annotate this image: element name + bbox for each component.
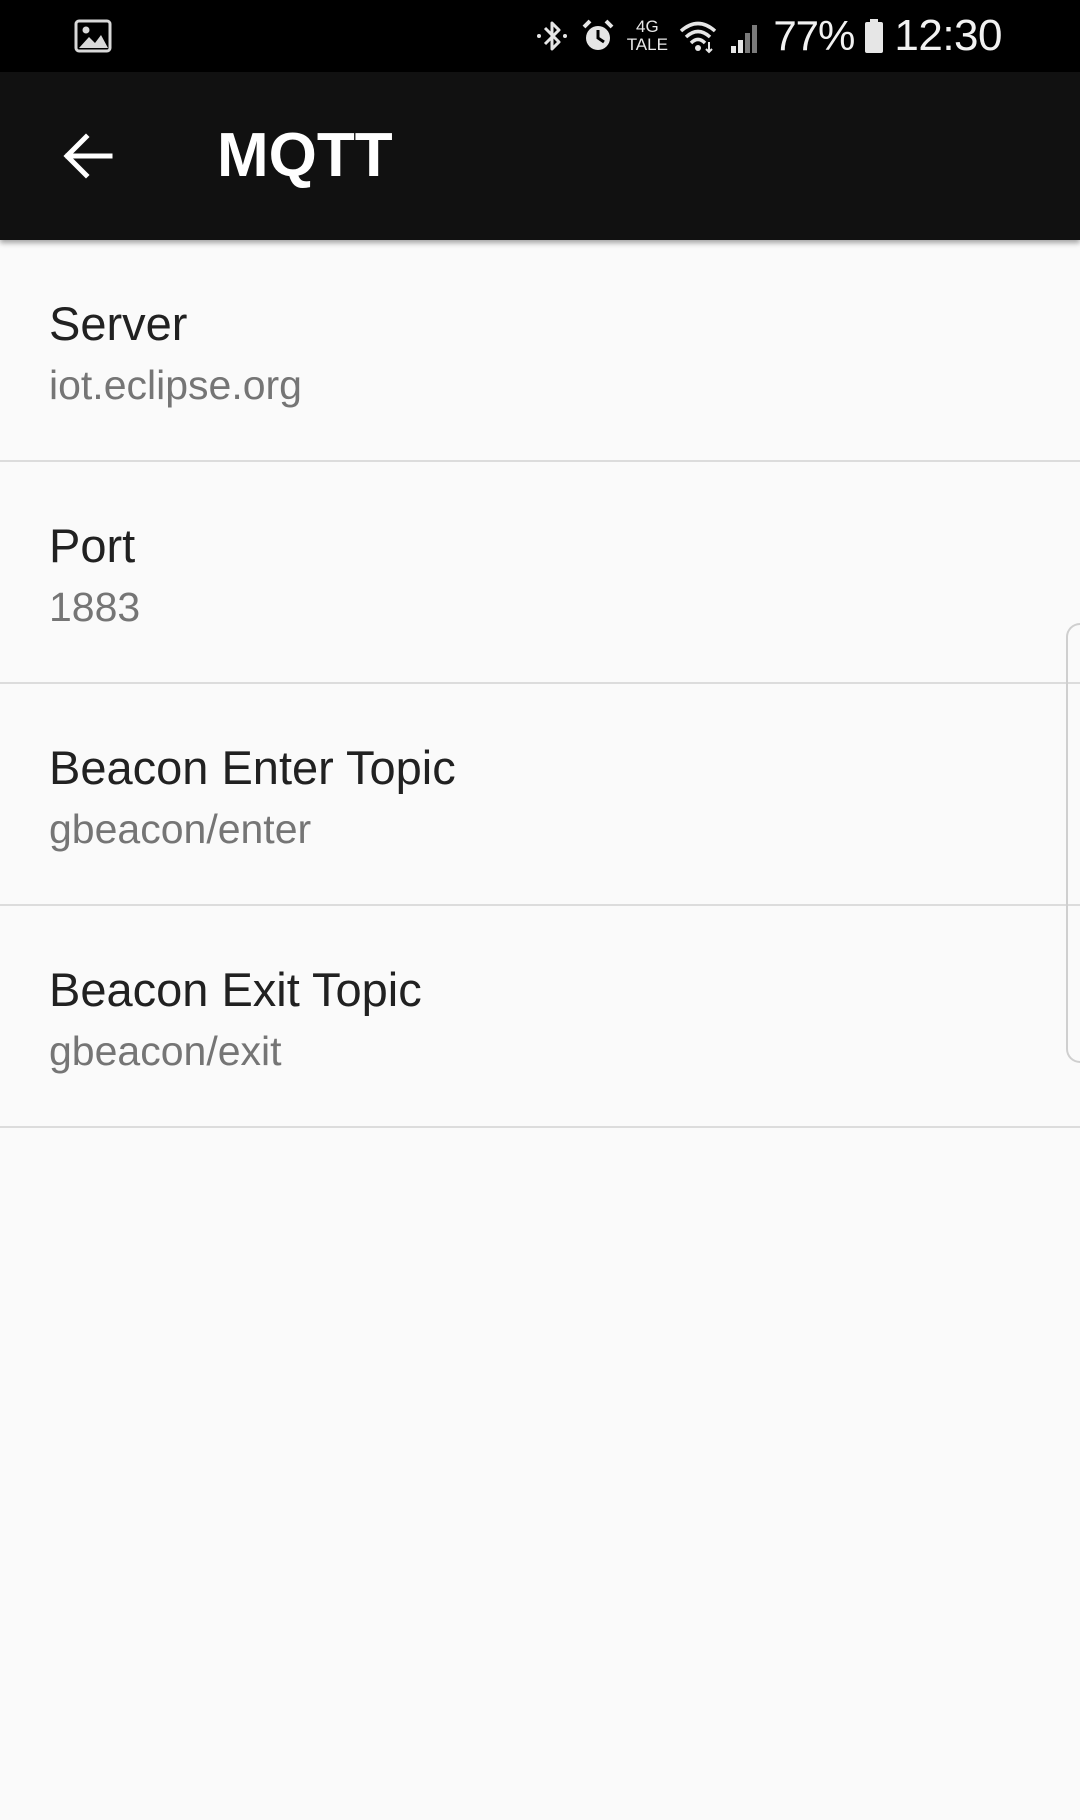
arrow-back-icon — [63, 133, 113, 179]
battery-icon — [865, 19, 884, 53]
network-type-top: 4G — [635, 17, 659, 36]
preference-port[interactable]: Port 1883 — [0, 462, 1080, 684]
bluetooth-icon — [537, 21, 568, 51]
status-icons: 4G TALE 77% 12:30 — [533, 0, 1002, 72]
gallery-notification-icon — [74, 19, 112, 53]
edge-panel-handle[interactable] — [1066, 623, 1080, 1063]
preference-summary: 1883 — [49, 584, 141, 630]
preference-summary: gbeacon/exit — [49, 1028, 282, 1074]
back-button[interactable] — [48, 116, 128, 196]
preference-title: Beacon Enter Topic — [49, 741, 456, 794]
battery-percent: 77% — [773, 12, 855, 59]
status-bar: 4G TALE 77% 12:30 — [0, 0, 1080, 72]
preference-beacon-exit-topic[interactable]: Beacon Exit Topic gbeacon/exit — [0, 906, 1080, 1128]
signal-icon — [731, 25, 758, 53]
wifi-icon — [680, 21, 717, 54]
preference-title: Beacon Exit Topic — [49, 963, 422, 1016]
network-type: 4G TALE — [625, 18, 669, 54]
preference-beacon-enter-topic[interactable]: Beacon Enter Topic gbeacon/enter — [0, 684, 1080, 906]
network-type-bottom: TALE — [626, 35, 668, 54]
preference-title: Port — [49, 519, 136, 572]
app-bar: MQTT — [0, 72, 1080, 240]
preference-server[interactable]: Server iot.eclipse.org — [0, 240, 1080, 462]
preference-summary: gbeacon/enter — [49, 806, 312, 852]
page-title: MQTT — [217, 121, 393, 190]
preference-title: Server — [49, 297, 188, 350]
alarm-icon — [582, 19, 614, 50]
preference-summary: iot.eclipse.org — [49, 362, 302, 408]
preference-list: Server iot.eclipse.org Port 1883 Beacon … — [0, 240, 1080, 1128]
clock: 12:30 — [894, 11, 1002, 60]
